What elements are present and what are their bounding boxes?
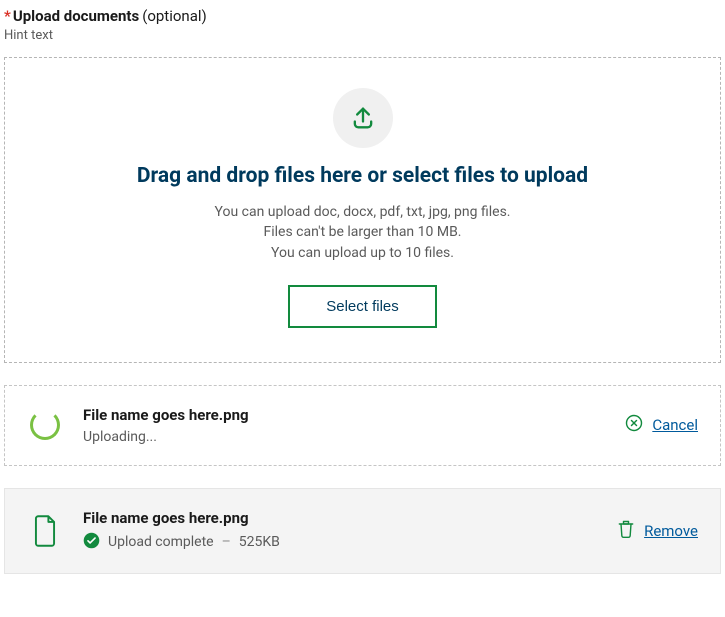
trash-icon [616,518,636,544]
dropzone-helper: You can upload doc, docx, pdf, txt, jpg,… [25,202,700,263]
cancel-link[interactable]: Cancel [652,416,698,434]
separator: – [222,534,231,550]
field-label-text: Upload documents [13,7,139,25]
file-card-complete: File name goes here.png Upload complete … [4,488,721,574]
dropzone-heading: Drag and drop files here or select files… [25,164,700,188]
file-size: 525KB [239,534,280,550]
field-header: *Upload documents(optional) Hint text [4,6,721,43]
required-asterisk: * [4,7,11,25]
field-label: *Upload documents(optional) [4,7,207,25]
cancel-icon [624,413,644,437]
file-name: File name goes here.png [83,406,604,424]
hint-text: Hint text [4,28,721,43]
select-files-button[interactable]: Select files [288,285,437,328]
upload-icon [333,88,393,148]
helper-line-3: You can upload up to 10 files. [25,243,700,263]
checkmark-icon [83,532,100,553]
file-card-uploading: File name goes here.png Uploading... Can… [4,385,721,466]
upload-status: Uploading... [83,429,157,445]
upload-status: Upload complete [108,534,214,550]
file-name: File name goes here.png [83,509,596,527]
spinner-icon [27,410,63,440]
dropzone[interactable]: Drag and drop files here or select files… [4,57,721,363]
remove-link[interactable]: Remove [644,522,698,540]
helper-line-2: Files can't be larger than 10 MB. [25,222,700,242]
optional-suffix: (optional) [142,7,207,25]
file-icon [27,514,63,548]
helper-line-1: You can upload doc, docx, pdf, txt, jpg,… [25,202,700,222]
